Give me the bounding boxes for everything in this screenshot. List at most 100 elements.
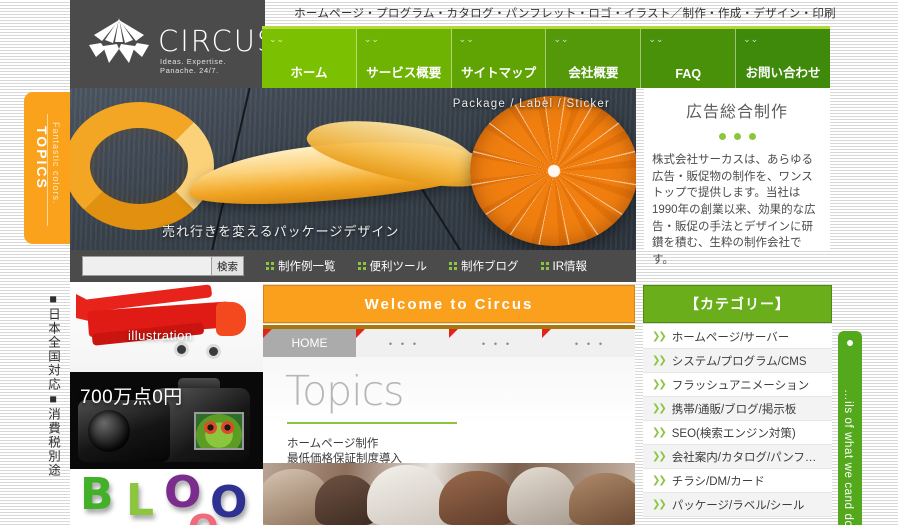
topics-heading: Topics xyxy=(285,367,404,415)
decorative-dots xyxy=(652,127,822,145)
nav-item-2[interactable]: ⌄⌄ サービス概要 xyxy=(356,29,452,88)
nav-item-label: お問い合わせ xyxy=(745,66,821,80)
chevron-down-icon: ⌄⌄ xyxy=(648,34,664,44)
banner-blog[interactable]: B L O O O xyxy=(70,469,263,525)
blog-letter-extra: O xyxy=(188,507,219,525)
note-nationwide: ■日本全国対応 xyxy=(46,292,60,392)
content-panel: Topics ホームページ制作 最低価格保証制度導入 xyxy=(263,357,635,525)
logo-tagline: Ideas. Expertise. Panache. 24/7. xyxy=(160,57,227,75)
frog-image xyxy=(196,414,242,448)
category-list: ❯❯ ホームページ/サーバー ❯❯ システム/プログラム/CMS ❯❯ フラッシュアニメー… xyxy=(643,325,832,517)
topics-tab-subtitle: Fantastic colors. xyxy=(51,122,61,205)
plane-nose xyxy=(216,302,246,336)
nav-item-4[interactable]: ⌄⌄ 会社概要 xyxy=(546,29,642,88)
banner-illustration-caption: illustration xyxy=(128,328,193,343)
category-item-7[interactable]: ❯❯ チラシ/DM/カード xyxy=(643,469,832,493)
grid-square-icon xyxy=(357,262,366,270)
content-tab-2[interactable]: ・・・ xyxy=(356,329,449,357)
nav-item-label: 会社概要 xyxy=(568,66,619,80)
nav-item-1[interactable]: ⌄⌄ ホーム xyxy=(262,29,357,88)
chevron-right-icon: ❯❯ xyxy=(652,355,667,366)
content-tab-label: ・・・ xyxy=(384,336,421,351)
chevron-down-icon: ⌄⌄ xyxy=(269,34,285,44)
category-item-label: パッケージ/ラベル/シール xyxy=(671,499,805,512)
blog-letter-l: L xyxy=(126,475,155,525)
nav-item-3[interactable]: ⌄⌄ サイトマップ xyxy=(451,29,547,88)
category-item-8[interactable]: ❯❯ パッケージ/ラベル/シール xyxy=(643,493,832,517)
chevron-right-icon: ❯❯ xyxy=(652,379,667,390)
chevron-right-icon: ❯❯ xyxy=(652,451,667,462)
grid-square-icon xyxy=(266,262,274,270)
chevron-right-icon: ❯❯ xyxy=(652,427,667,438)
camera-lens xyxy=(78,400,170,462)
logo-wordmark: CIRCUS xyxy=(158,24,278,58)
topics-tab-title: TOPICS xyxy=(34,126,50,190)
left-banner-column: illustration 700万点0円 B L O O O xyxy=(70,284,263,525)
topics-underline xyxy=(287,422,457,424)
chevron-right-icon: ❯❯ xyxy=(652,475,667,486)
category-heading: 【カテゴリー】 xyxy=(643,285,832,323)
nav-item-label: FAQ xyxy=(675,67,702,81)
chevron-down-icon: ⌄⌄ xyxy=(553,34,569,44)
chevron-right-icon: ❯❯ xyxy=(652,499,667,510)
content-tab-3[interactable]: ・・・ xyxy=(449,329,542,357)
nav-item-6[interactable]: ⌄⌄ お問い合わせ xyxy=(736,29,830,88)
nav-item-label: ホーム xyxy=(290,66,328,80)
quick-link-label: 便利ツール xyxy=(369,261,428,273)
nav-item-5[interactable]: ⌄⌄ FAQ xyxy=(641,29,737,88)
category-item-label: ホームページ/サーバー xyxy=(671,331,790,344)
hero-caption-top: Package / Label / Sticker xyxy=(452,98,610,110)
topics-line-1: ホームページ制作 xyxy=(287,438,379,450)
category-item-1[interactable]: ❯❯ ホームページ/サーバー xyxy=(643,325,832,349)
category-item-6[interactable]: ❯❯ 会社案内/カタログ/パンフ… xyxy=(643,445,832,469)
content-tabs: HOME ・・・ ・・・ ・・・ xyxy=(263,325,635,357)
quick-link-1[interactable]: 制作例一覧 xyxy=(266,258,336,274)
content-tab-4[interactable]: ・・・ xyxy=(542,329,635,357)
content-tab-label: ・・・ xyxy=(477,336,514,351)
page-root: CIRCUS Ideas. Expertise. Panache. 24/7. … xyxy=(0,0,898,525)
intro-body: 株式会社サーカスは、あらゆる広告・販促物の制作を、ワンストップで提供します。当社… xyxy=(652,154,816,267)
search-input[interactable] xyxy=(83,257,211,275)
quick-link-label: 制作ブログ xyxy=(461,261,519,273)
note-tax: ■消費税別途 xyxy=(46,392,60,478)
search-button[interactable]: 検索 xyxy=(211,257,243,275)
chevron-down-icon: ⌄⌄ xyxy=(743,34,759,44)
company-intro-panel: 広告総合制作 株式会社サーカスは、あらゆる広告・販促物の制作を、ワンストップで提… xyxy=(644,88,830,266)
orange-half-photo xyxy=(470,96,636,246)
category-item-label: 会社案内/カタログ/パンフ… xyxy=(671,451,817,464)
details-side-tab[interactable]: …ils of what we cand do. xyxy=(838,331,862,525)
hero-banner[interactable]: Package / Label / Sticker 売れ行きを変えるパッケージデ… xyxy=(70,88,636,250)
horses-photo xyxy=(263,463,635,525)
banner-illustration[interactable]: illustration xyxy=(70,284,263,372)
welcome-banner: Welcome to Circus xyxy=(263,285,635,323)
category-item-3[interactable]: ❯❯ フラッシュアニメーション xyxy=(643,373,832,397)
grid-square-icon xyxy=(540,262,549,270)
chevron-right-icon: ❯❯ xyxy=(652,403,667,414)
plane-wheel-right xyxy=(206,344,221,359)
category-item-2[interactable]: ❯❯ システム/プログラム/CMS xyxy=(643,349,832,373)
main-navigation: ⌄⌄ ホーム ⌄⌄ サービス概要 ⌄⌄ サイトマップ ⌄⌄ 会社概要 ⌄⌄ FAQ ⌄⌄ お問い合わせ xyxy=(262,26,830,88)
quick-link-2[interactable]: 便利ツール xyxy=(357,258,428,274)
quick-link-3[interactable]: 制作ブログ xyxy=(449,258,519,274)
content-tab-label: HOME xyxy=(291,336,328,350)
category-item-4[interactable]: ❯❯ 携帯/通販/ブログ/掲示板 xyxy=(643,397,832,421)
quick-link-label: 制作例一覧 xyxy=(278,261,336,273)
chevron-right-icon: ❯❯ xyxy=(652,331,667,342)
topics-side-tab[interactable]: TOPICS Fantastic colors. xyxy=(24,92,70,244)
content-tab-1[interactable]: HOME xyxy=(263,329,356,357)
hero-caption-bottom: 売れ行きを変えるパッケージデザイン xyxy=(162,224,400,239)
content-tab-label: ・・・ xyxy=(570,336,607,351)
category-item-label: SEO(検索エンジン対策) xyxy=(671,427,796,440)
plane-wheel-left xyxy=(174,342,189,357)
quick-link-4[interactable]: IR情報 xyxy=(540,258,587,274)
banner-stock-photos[interactable]: 700万点0円 xyxy=(70,372,263,469)
blog-letter-b: B xyxy=(80,469,114,520)
category-item-5[interactable]: ❯❯ SEO(検索エンジン対策) xyxy=(643,421,832,445)
nav-item-label: サービス概要 xyxy=(366,66,442,80)
category-item-label: チラシ/DM/カード xyxy=(671,475,765,488)
category-item-label: 携帯/通販/ブログ/掲示板 xyxy=(671,403,797,416)
chevron-down-icon: ⌄⌄ xyxy=(363,34,379,44)
quick-links: 制作例一覧 便利ツール 制作ブログ IR情報 xyxy=(266,258,587,274)
bullet-icon xyxy=(847,340,853,346)
site-logo[interactable]: CIRCUS Ideas. Expertise. Panache. 24/7. xyxy=(70,0,275,88)
